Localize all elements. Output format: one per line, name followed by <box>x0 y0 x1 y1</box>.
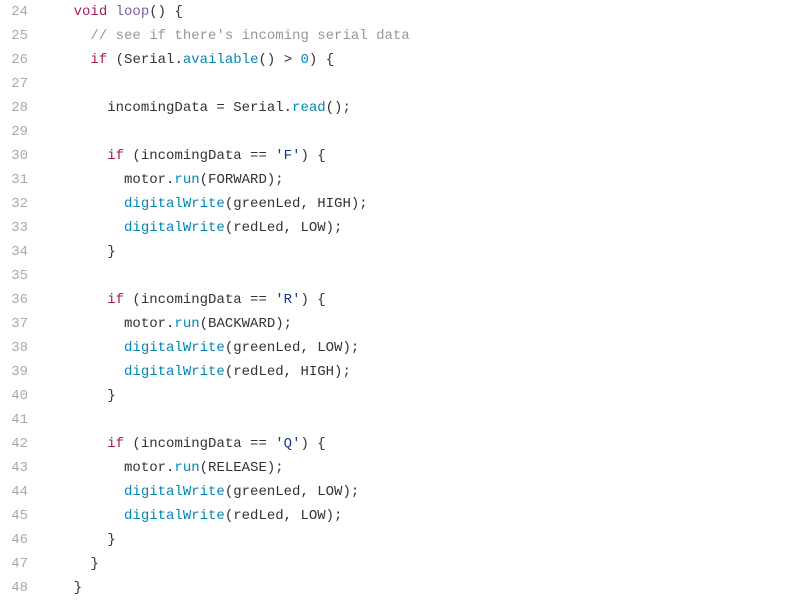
line-number: 40 <box>0 384 28 408</box>
code-line: digitalWrite(greenLed, HIGH); <box>40 192 797 216</box>
code-area: void loop() { // see if there's incoming… <box>40 0 797 600</box>
line-number: 34 <box>0 240 28 264</box>
code-line: motor.run(RELEASE); <box>40 456 797 480</box>
line-number: 32 <box>0 192 28 216</box>
code-line <box>40 120 797 144</box>
line-number: 43 <box>0 456 28 480</box>
line-number: 36 <box>0 288 28 312</box>
code-line: } <box>40 384 797 408</box>
code-line: digitalWrite(redLed, LOW); <box>40 216 797 240</box>
line-number: 38 <box>0 336 28 360</box>
line-number: 28 <box>0 96 28 120</box>
line-number: 29 <box>0 120 28 144</box>
line-number: 46 <box>0 528 28 552</box>
line-number: 27 <box>0 72 28 96</box>
code-line: if (incomingData == 'F') { <box>40 144 797 168</box>
code-line: if (Serial.available() > 0) { <box>40 48 797 72</box>
code-line: digitalWrite(greenLed, LOW); <box>40 480 797 504</box>
line-number: 39 <box>0 360 28 384</box>
code-line: digitalWrite(redLed, LOW); <box>40 504 797 528</box>
code-line: digitalWrite(redLed, HIGH); <box>40 360 797 384</box>
code-line <box>40 264 797 288</box>
code-line: } <box>40 528 797 552</box>
line-number: 24 <box>0 0 28 24</box>
line-number: 48 <box>0 576 28 600</box>
code-line: } <box>40 552 797 576</box>
line-number: 42 <box>0 432 28 456</box>
line-number: 26 <box>0 48 28 72</box>
line-number-gutter: 2425262728293031323334353637383940414243… <box>0 0 40 600</box>
code-line: } <box>40 576 797 600</box>
line-number: 44 <box>0 480 28 504</box>
code-line: motor.run(FORWARD); <box>40 168 797 192</box>
code-line: motor.run(BACKWARD); <box>40 312 797 336</box>
line-number: 31 <box>0 168 28 192</box>
line-number: 25 <box>0 24 28 48</box>
code-line: if (incomingData == 'R') { <box>40 288 797 312</box>
code-block: 2425262728293031323334353637383940414243… <box>0 0 797 600</box>
code-line <box>40 72 797 96</box>
line-number: 37 <box>0 312 28 336</box>
code-line: // see if there's incoming serial data <box>40 24 797 48</box>
code-line: if (incomingData == 'Q') { <box>40 432 797 456</box>
code-line: digitalWrite(greenLed, LOW); <box>40 336 797 360</box>
code-line <box>40 408 797 432</box>
code-line: incomingData = Serial.read(); <box>40 96 797 120</box>
line-number: 41 <box>0 408 28 432</box>
line-number: 45 <box>0 504 28 528</box>
line-number: 30 <box>0 144 28 168</box>
line-number: 47 <box>0 552 28 576</box>
code-line: } <box>40 240 797 264</box>
line-number: 35 <box>0 264 28 288</box>
line-number: 33 <box>0 216 28 240</box>
code-line: void loop() { <box>40 0 797 24</box>
